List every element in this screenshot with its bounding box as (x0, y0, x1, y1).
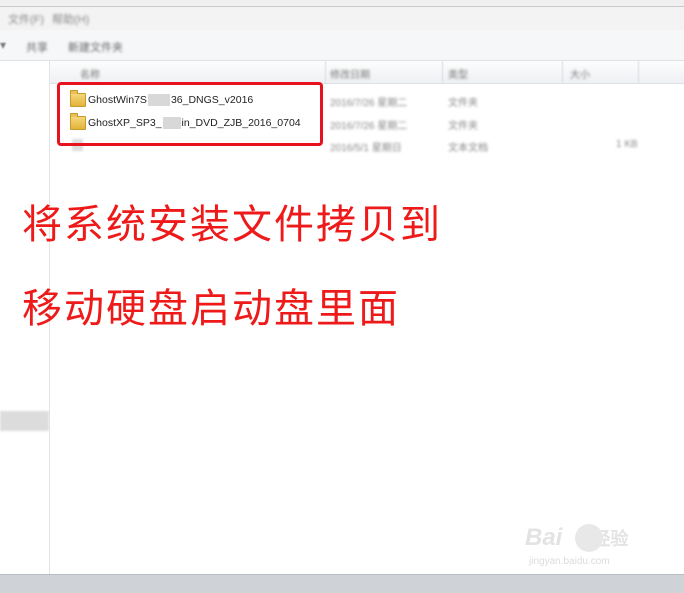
column-divider[interactable] (442, 61, 443, 83)
column-divider[interactable] (325, 61, 326, 83)
file-date: 2016/7/26 星期二 (330, 121, 408, 132)
paw-icon (575, 524, 603, 552)
chevron-down-icon[interactable]: ▾ (0, 38, 6, 52)
new-folder-button[interactable]: 新建文件夹 (68, 39, 123, 55)
menu-bar: 文件(F) 帮助(H) (0, 0, 684, 31)
status-bar (0, 574, 684, 593)
column-divider[interactable] (562, 61, 563, 83)
column-size[interactable]: 大小 (570, 66, 590, 81)
column-header: 名称 修改日期 类型 大小 (50, 61, 684, 84)
caption-line-2: 移动硬盘启动盘里面 (22, 286, 400, 332)
watermark-url: jingyan.baidu.com (529, 556, 610, 567)
menu-file[interactable]: 文件(F) (8, 11, 44, 27)
column-type[interactable]: 类型 (448, 66, 468, 81)
file-date: 2016/7/26 星期二 (330, 98, 408, 109)
column-name[interactable]: 名称 (80, 66, 100, 81)
file-size: 1 KB (616, 139, 638, 150)
share-button[interactable]: 共享 (26, 39, 48, 55)
baidu-watermark: Bai 经验 jingyan.baidu.com (525, 520, 655, 576)
file-type: 文件夹 (448, 98, 478, 109)
file-date: 2016/5/1 星期日 (330, 143, 402, 154)
menu-help[interactable]: 帮助(H) (52, 11, 89, 27)
window-frame (0, 6, 684, 31)
nav-selected-item[interactable] (0, 411, 49, 431)
column-divider[interactable] (638, 61, 639, 83)
column-date[interactable]: 修改日期 (330, 66, 370, 81)
caption-line-1: 将系统安装文件拷贝到 (22, 202, 442, 248)
highlight-box (57, 82, 323, 146)
file-type: 文本文档 (448, 143, 488, 154)
toolbar: ▾ 共享 刻录 新建文件夹 (0, 30, 684, 61)
file-type: 文件夹 (448, 121, 478, 132)
